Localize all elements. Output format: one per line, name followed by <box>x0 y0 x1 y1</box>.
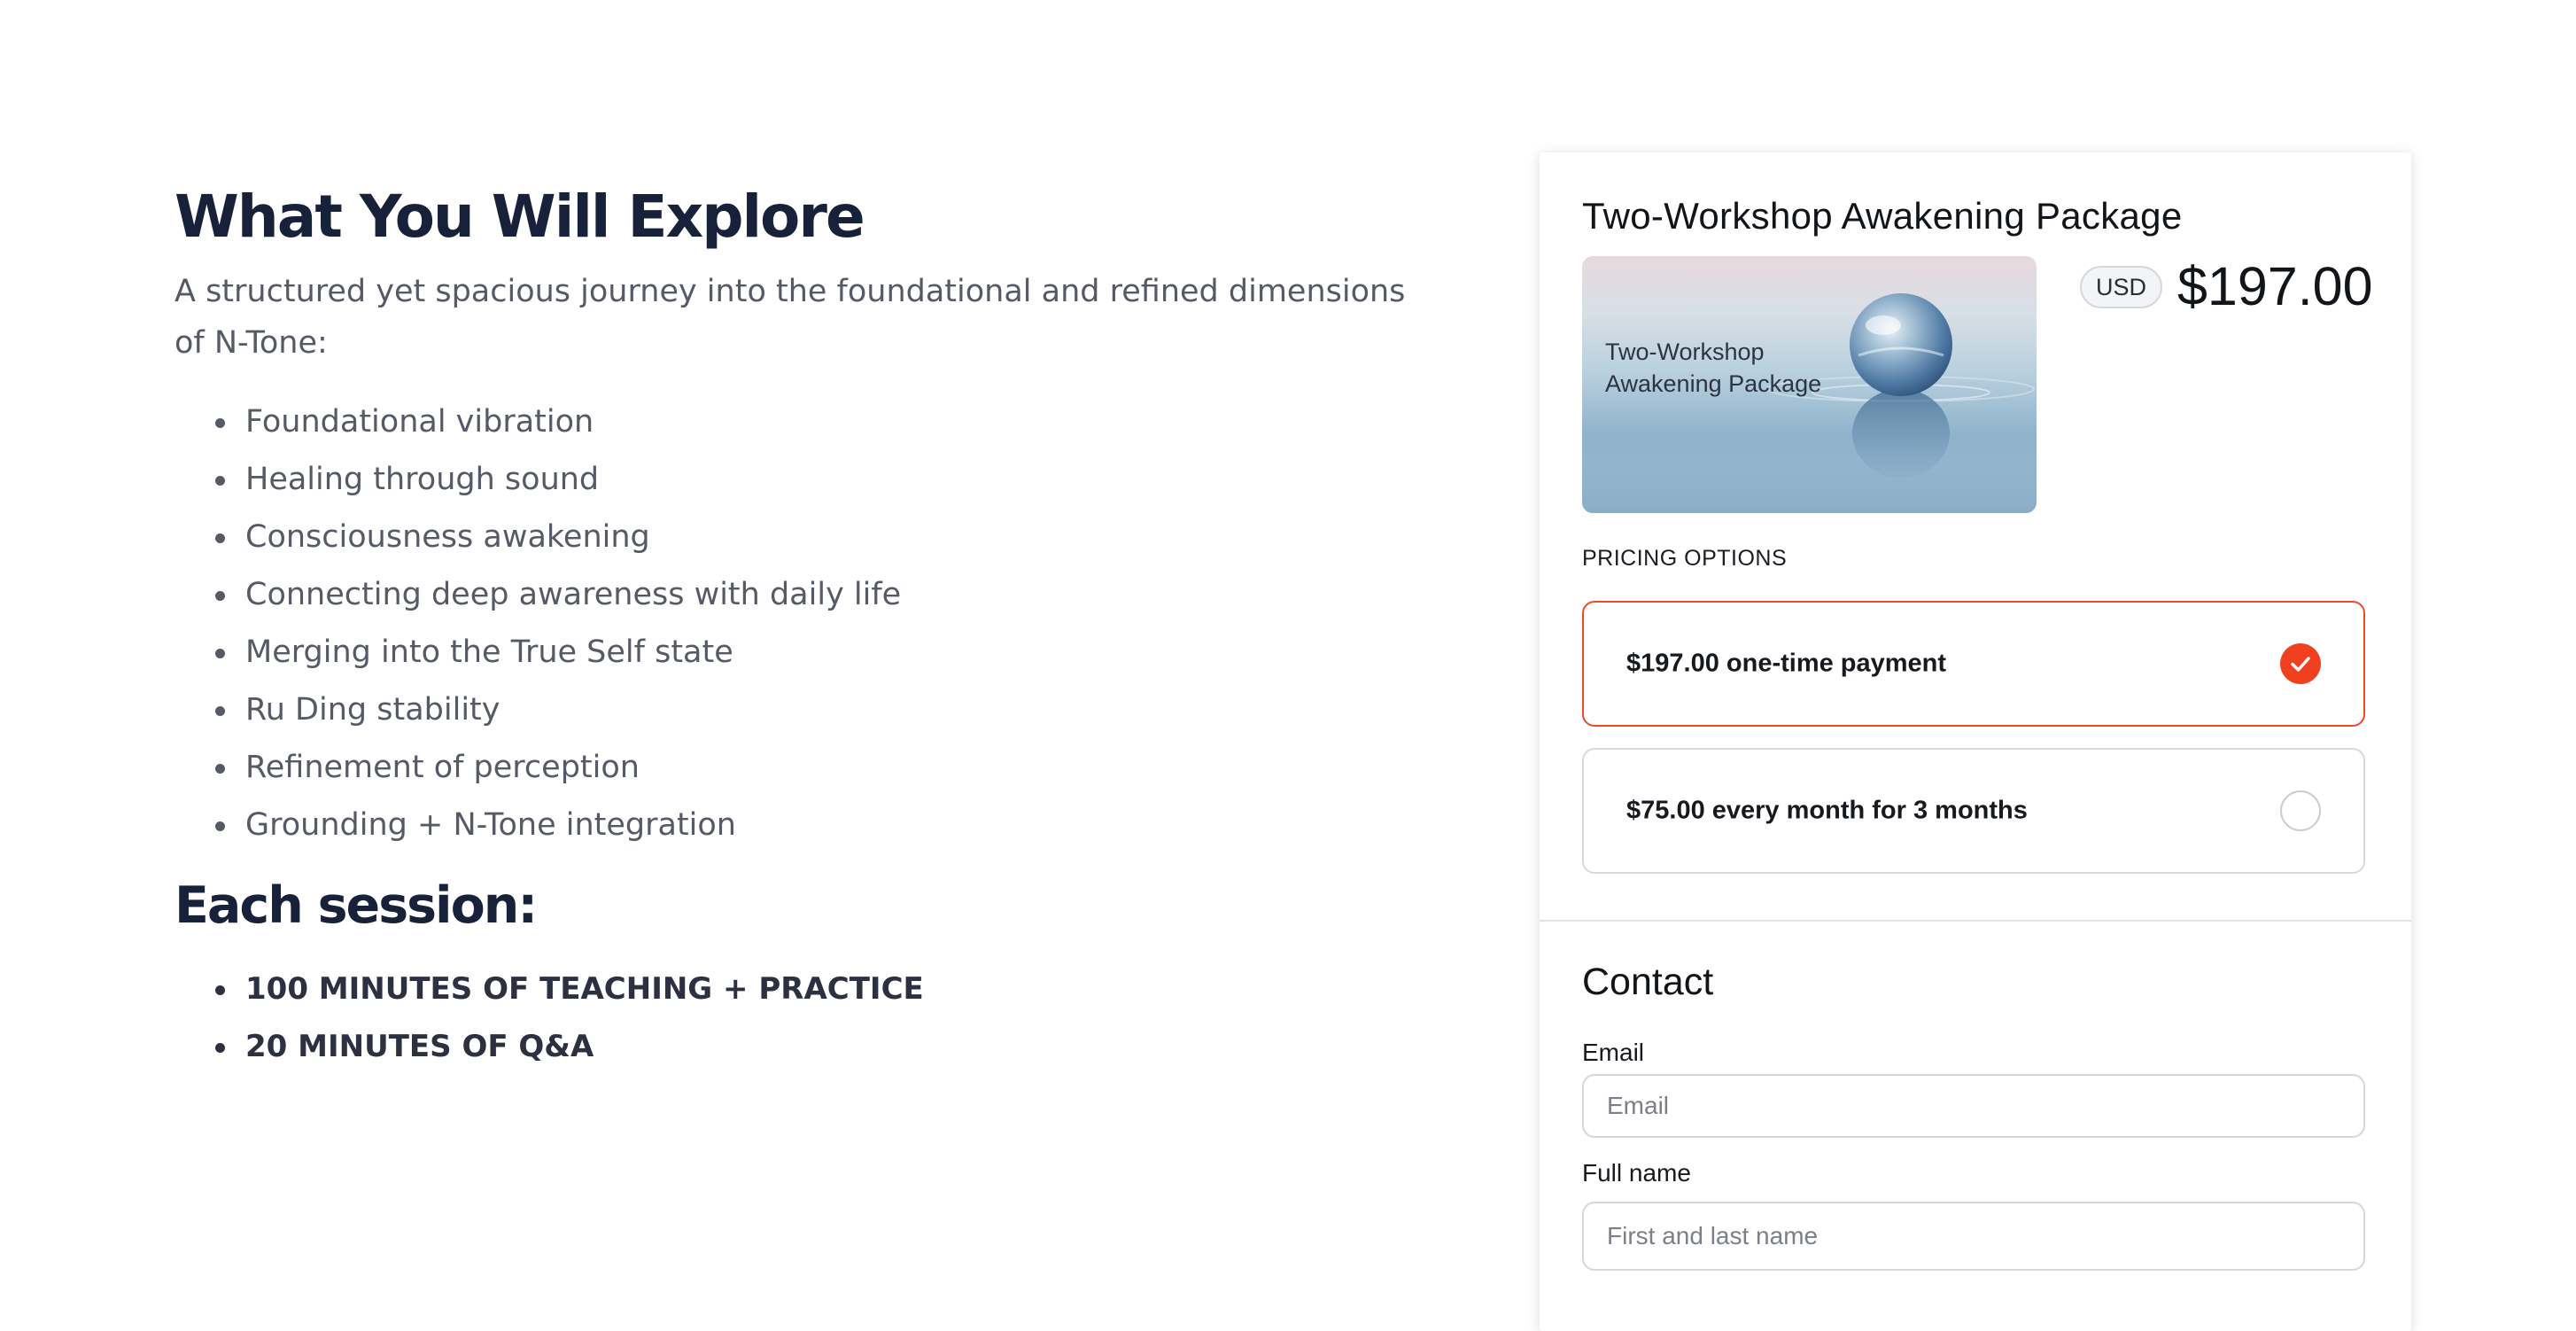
list-item: 20 MINUTES OF Q&A <box>175 1018 1432 1076</box>
package-title: Two-Workshop Awakening Package <box>1582 195 2183 237</box>
list-item: Grounding + N-Tone integration <box>175 797 1432 854</box>
topic-list: Foundational vibration Healing through s… <box>175 393 1432 854</box>
pricing-option-monthly[interactable]: $75.00 every month for 3 months <box>1582 748 2365 874</box>
check-icon[interactable] <box>2280 643 2321 684</box>
section-divider <box>1540 920 2411 922</box>
pricing-option-one-time[interactable]: $197.00 one-time payment <box>1582 601 2365 727</box>
package-price: $197.00 <box>2177 256 2373 316</box>
list-item: Ru Ding stability <box>175 681 1432 739</box>
currency-badge: USD <box>2080 266 2163 308</box>
email-label: Email <box>1582 1039 1645 1066</box>
checkout-card: Two-Workshop Awakening Package Two-Works… <box>1540 152 2411 1331</box>
list-item: Foundational vibration <box>175 393 1432 451</box>
list-item: Refinement of perception <box>175 739 1432 797</box>
email-field[interactable] <box>1582 1074 2365 1138</box>
explore-section: What You Will Explore A structured yet s… <box>175 177 1432 1076</box>
explore-heading: What You Will Explore <box>175 183 865 251</box>
list-item: Healing through sound <box>175 451 1432 509</box>
package-image-caption: Two-Workshop Awakening Package <box>1605 339 1822 397</box>
list-item: 100 MINUTES OF TEACHING + PRACTICE <box>175 961 1432 1018</box>
contact-heading: Contact <box>1582 961 1714 1003</box>
list-item: Connecting deep awareness with daily lif… <box>175 566 1432 624</box>
list-item: Consciousness awakening <box>175 509 1432 566</box>
radio-empty-icon[interactable] <box>2280 790 2321 831</box>
full-name-field[interactable] <box>1582 1202 2365 1271</box>
pricing-option-label: $75.00 every month for 3 months <box>1626 796 2028 825</box>
list-item: Merging into the True Self state <box>175 624 1432 681</box>
session-heading: Each session: <box>175 876 538 935</box>
full-name-label: Full name <box>1582 1159 1691 1187</box>
package-image: Two-Workshop Awakening Package <box>1582 256 2037 513</box>
session-list: 100 MINUTES OF TEACHING + PRACTICE 20 MI… <box>175 961 1432 1076</box>
pricing-option-label: $197.00 one-time payment <box>1626 649 1947 678</box>
pricing-options-label: PRICING OPTIONS <box>1582 546 1788 571</box>
explore-intro: A structured yet spacious journey into t… <box>175 274 1406 361</box>
